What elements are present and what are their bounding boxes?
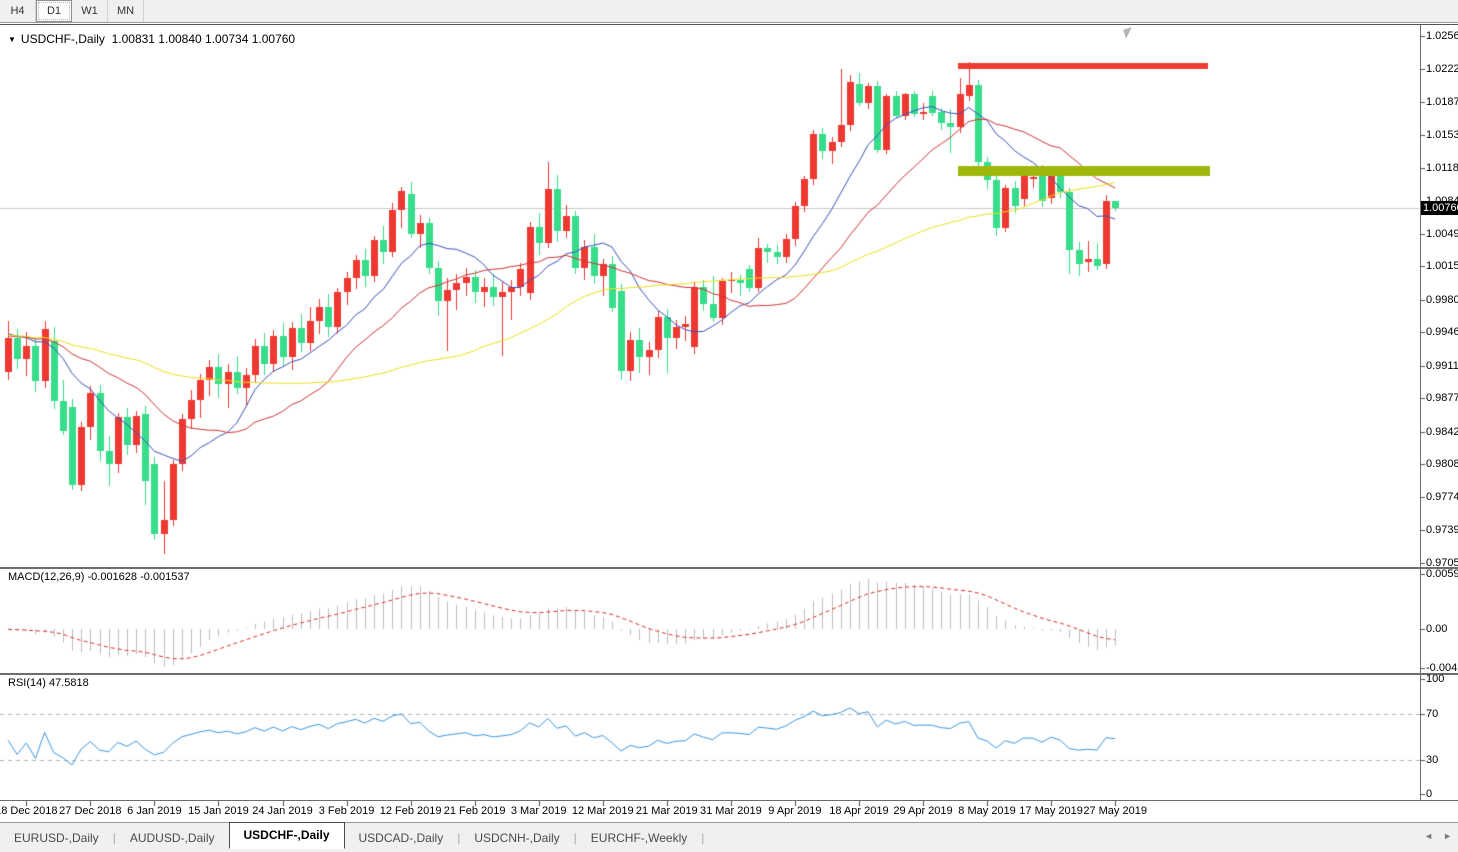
chart-tab-bar: EURUSD-,Daily | AUDUSD-,Daily USDCHF-,Da…	[0, 822, 1458, 852]
date-axis-label: 24 Jan 2019	[252, 805, 313, 817]
date-axis-label: 15 Jan 2019	[188, 805, 249, 817]
current-price-tag: 1.00760	[1421, 201, 1458, 215]
tab-eurchf-weekly[interactable]: EURCHF-,Weekly	[577, 828, 701, 848]
date-axis-label: 8 May 2019	[958, 805, 1015, 817]
price-axis-label: 1.00490	[1426, 228, 1458, 240]
date-axis-label: 31 Mar 2019	[700, 805, 762, 817]
price-axis-label: 0.99800	[1426, 294, 1458, 306]
date-axis-label: 27 Dec 2018	[59, 805, 121, 817]
timeframe-button-mn[interactable]: MN	[108, 0, 144, 22]
price-axis-label: 0.97740	[1426, 491, 1458, 503]
rsi-axis-label: 70	[1426, 708, 1438, 720]
price-axis-label: 1.02220	[1426, 63, 1458, 75]
date-axis-label: 17 May 2019	[1019, 805, 1083, 817]
rsi-axis-label: 0	[1426, 788, 1432, 800]
date-axis-label: 18 Dec 2018	[0, 805, 57, 817]
timeframe-button-w1[interactable]: W1	[72, 0, 108, 22]
price-axis-label: 1.00150	[1426, 260, 1458, 272]
chart-ohlc-readout: 1.00831 1.00840 1.00734 1.00760	[112, 32, 296, 46]
tab-separator: |	[701, 831, 704, 845]
rsi-indicator-label: RSI(14) 47.5818	[8, 677, 89, 689]
macd-axis-label: 0.00597	[1426, 568, 1458, 580]
tab-usdcad-daily[interactable]: USDCAD-,Daily	[345, 828, 458, 848]
tab-usdcnh-daily[interactable]: USDCNH-,Daily	[460, 828, 573, 848]
price-axis-label: 1.01180	[1426, 162, 1458, 174]
price-axis-label: 0.98770	[1426, 392, 1458, 404]
axis-labels-layer: 1.02560 1.02220 1.01870 1.01530 1.01180 1.008…	[0, 25, 1458, 823]
macd-indicator-label: MACD(12,26,9) -0.001628 -0.001537	[8, 571, 190, 583]
price-axis-label: 0.99460	[1426, 326, 1458, 338]
rsi-axis-label: 100	[1426, 673, 1444, 685]
timeframe-toolbar: H4 D1 W1 MN	[0, 0, 1458, 23]
date-axis-label: 3 Feb 2019	[319, 805, 375, 817]
timeframe-button-h4[interactable]: H4	[0, 0, 36, 22]
price-axis-label: 1.01530	[1426, 129, 1458, 141]
tab-eurusd-daily[interactable]: EURUSD-,Daily	[0, 828, 113, 848]
date-axis-label: 3 Mar 2019	[511, 805, 567, 817]
timeframe-button-d1[interactable]: D1	[36, 0, 72, 22]
chart-title: ▼ USDCHF-,Daily 1.00831 1.00840 1.00734 1…	[8, 32, 295, 46]
date-axis-label: 21 Mar 2019	[636, 805, 698, 817]
rsi-axis-label: 30	[1426, 754, 1438, 766]
chart-window: ▼ USDCHF-,Daily 1.00831 1.00840 1.00734 1…	[0, 24, 1458, 822]
date-axis-label: 6 Jan 2019	[127, 805, 181, 817]
price-axis-label: 0.99110	[1426, 360, 1458, 372]
date-axis-label: 21 Feb 2019	[444, 805, 506, 817]
date-axis-label: 18 Apr 2019	[829, 805, 888, 817]
date-axis-label: 12 Mar 2019	[572, 805, 634, 817]
date-axis-label: 27 May 2019	[1083, 805, 1147, 817]
tab-scroll-left-arrow[interactable]: ◄	[1424, 831, 1433, 841]
price-axis-label: 1.01870	[1426, 96, 1458, 108]
date-axis-label: 9 Apr 2019	[768, 805, 821, 817]
price-axis-label: 0.98080	[1426, 458, 1458, 470]
tab-usdchf-daily[interactable]: USDCHF-,Daily	[229, 822, 345, 849]
macd-axis-label: 0.00	[1426, 623, 1447, 635]
date-axis-label: 29 Apr 2019	[893, 805, 952, 817]
chart-symbol-label: USDCHF-,Daily	[21, 32, 105, 46]
collapse-arrow-icon[interactable]: ▼	[8, 35, 16, 44]
tab-scroll-right-arrow[interactable]: ►	[1443, 831, 1452, 841]
price-axis-label: 1.02560	[1426, 30, 1458, 42]
price-axis-label: 0.98420	[1426, 426, 1458, 438]
date-axis-label: 12 Feb 2019	[380, 805, 442, 817]
tab-audusd-daily[interactable]: AUDUSD-,Daily	[116, 828, 229, 848]
price-axis-label: 0.97390	[1426, 524, 1458, 536]
